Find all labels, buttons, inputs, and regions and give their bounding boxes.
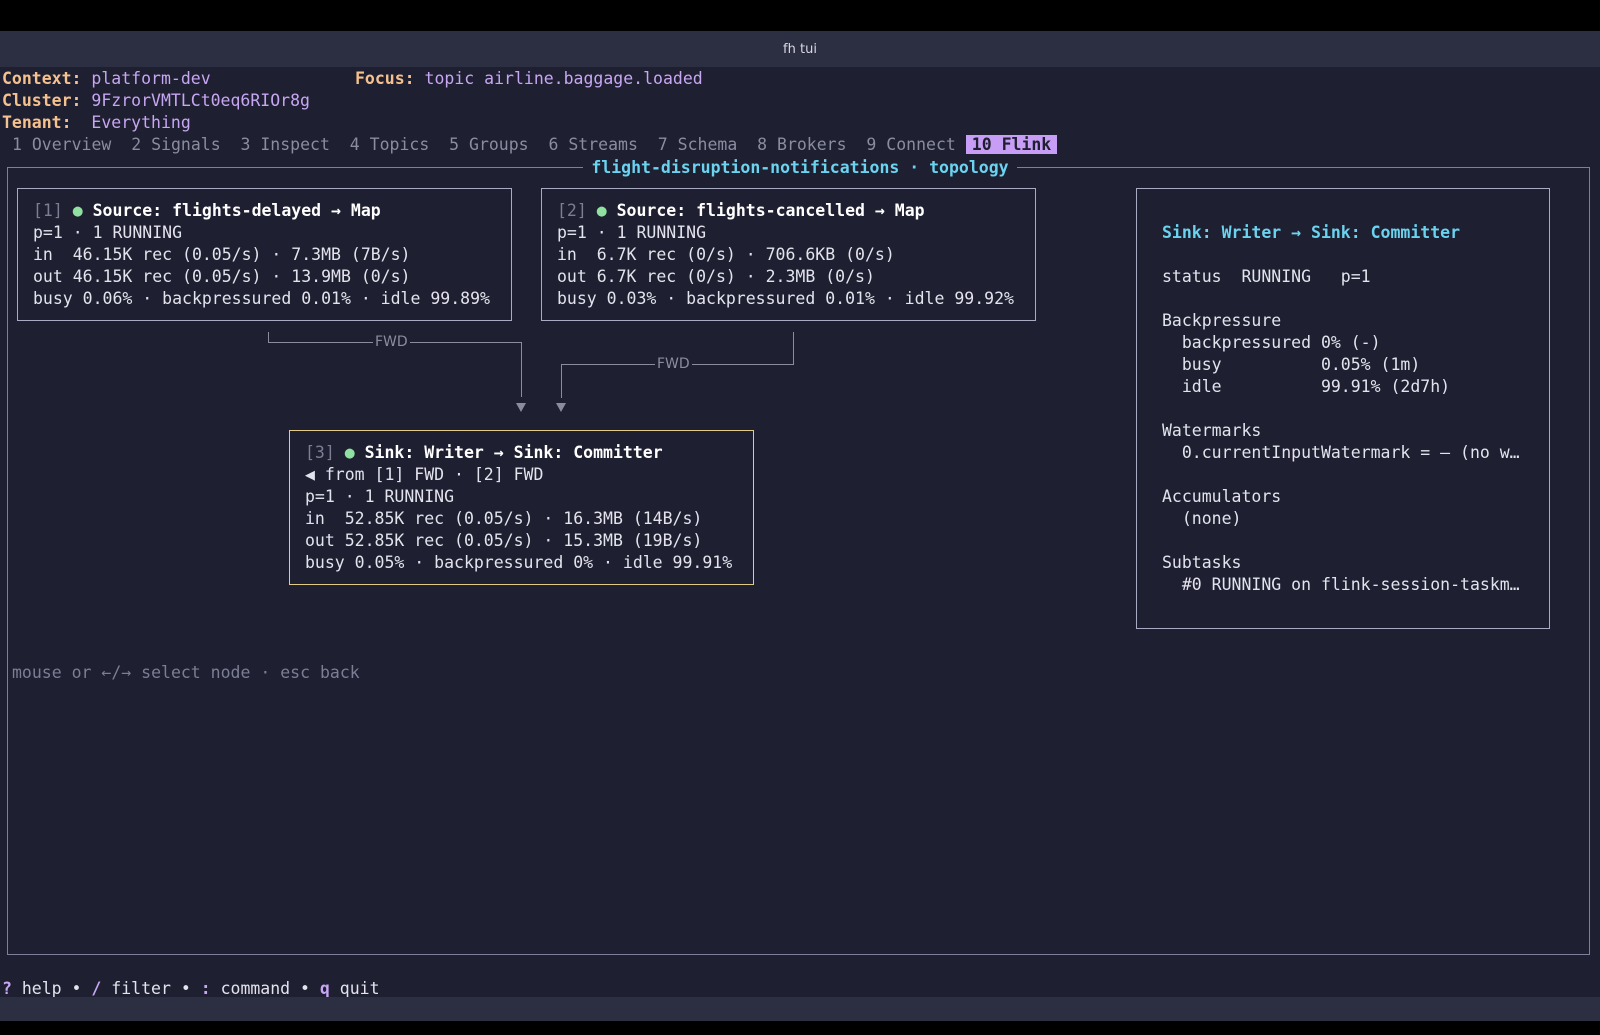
cluster-value: 9FzrorVMTLCt0eq6RIOr8g xyxy=(91,91,310,110)
tab-connect[interactable]: 9 Connect xyxy=(866,135,955,154)
context-value: platform-dev xyxy=(91,69,211,88)
detail-accumulators-heading: Accumulators xyxy=(1162,487,1282,506)
node-index: [2] xyxy=(557,201,587,220)
tab-overview[interactable]: 1 Overview xyxy=(12,135,111,154)
cluster-line: Cluster: 9FzrorVMTLCt0eq6RIOr8g xyxy=(2,90,310,112)
detail-backpressure-heading: Backpressure xyxy=(1162,311,1282,330)
edge-1-label: FWD xyxy=(373,334,410,350)
tenant-label: Tenant: xyxy=(2,113,72,132)
node-in: in 52.85K rec (0.05/s) · 16.3MB (14B/s) xyxy=(305,509,703,528)
window-bottom-bar xyxy=(0,997,1600,1021)
node-status: p=1 · 1 RUNNING xyxy=(33,223,183,242)
node-status: p=1 · 1 RUNNING xyxy=(305,487,455,506)
node-in: in 46.15K rec (0.05/s) · 7.3MB (7B/s) xyxy=(33,245,411,264)
detail-watermark: 0.currentInputWatermark = — (no w… xyxy=(1162,443,1520,462)
tab-signals[interactable]: 2 Signals xyxy=(131,135,220,154)
node-status: p=1 · 1 RUNNING xyxy=(557,223,707,242)
detail-subtask: #0 RUNNING on flink-session-taskm… xyxy=(1162,575,1520,594)
panel-title-wrap: flight-disruption-notifications · topolo… xyxy=(0,157,1600,179)
topology-node-3[interactable]: [3] ● Sink: Writer → Sink: Committer ◀ f… xyxy=(289,430,754,585)
tab-topics[interactable]: 4 Topics xyxy=(350,135,429,154)
panel-title: flight-disruption-notifications · topolo… xyxy=(583,158,1017,177)
tab-streams[interactable]: 6 Streams xyxy=(549,135,638,154)
quit-key[interactable]: q xyxy=(320,979,330,998)
node-index: [3] xyxy=(305,443,335,462)
detail-backpressured: backpressured 0% (-) xyxy=(1162,333,1381,352)
focus-line: Focus: topic airline.baggage.loaded xyxy=(355,68,703,90)
node-detail-panel: Sink: Writer → Sink: Committer status RU… xyxy=(1136,188,1550,629)
context-line: Context: platform-dev xyxy=(2,68,211,90)
detail-title: Sink: Writer → Sink: Committer xyxy=(1162,223,1461,242)
edge-1-drop xyxy=(521,342,522,397)
node-name: Source: flights-delayed → Map xyxy=(92,201,381,220)
node-name: Source: flights-cancelled → Map xyxy=(616,201,925,220)
detail-subtasks-heading: Subtasks xyxy=(1162,553,1242,572)
topology-node-1[interactable]: [1] ● Source: flights-delayed → Map p=1 … xyxy=(17,188,512,321)
node-busy: busy 0.05% · backpressured 0% · idle 99.… xyxy=(305,553,733,572)
running-dot-icon: ● xyxy=(72,201,83,220)
tab-brokers[interactable]: 8 Brokers xyxy=(757,135,846,154)
detail-watermarks-heading: Watermarks xyxy=(1162,421,1262,440)
context-label: Context: xyxy=(2,69,82,88)
window-title: fh tui xyxy=(0,31,1600,67)
focus-value: topic airline.baggage.loaded xyxy=(424,69,703,88)
node-in: in 6.7K rec (0/s) · 706.6KB (0/s) xyxy=(557,245,895,264)
arrow-down-icon xyxy=(556,403,566,412)
navigation-hint: mouse or ←/→ select node · esc back xyxy=(12,663,360,682)
tab-inspect[interactable]: 3 Inspect xyxy=(241,135,330,154)
node-out: out 6.7K rec (0/s) · 2.3MB (0/s) xyxy=(557,267,875,286)
detail-status: status RUNNING p=1 xyxy=(1162,267,1371,286)
terminal-window: fh tui Context: platform-dev Focus: topi… xyxy=(0,31,1600,1021)
focus-label: Focus: xyxy=(355,69,415,88)
node-out: out 46.15K rec (0.05/s) · 13.9MB (0/s) xyxy=(33,267,411,286)
filter-label: filter • xyxy=(101,979,201,998)
help-label: help • xyxy=(11,979,92,998)
tab-flink[interactable]: 10 Flink xyxy=(965,135,1058,154)
detail-accumulators: (none) xyxy=(1162,509,1242,528)
detail-busy: busy 0.05% (1m) xyxy=(1162,355,1421,374)
node-inputs: ◀ from [1] FWD · [2] FWD xyxy=(305,465,544,484)
detail-idle: idle 99.91% (2d7h) xyxy=(1162,377,1451,396)
tab-bar: 1 Overview 2 Signals 3 Inspect 4 Topics … xyxy=(12,134,1058,156)
tenant-line: Tenant: Everything xyxy=(2,112,191,134)
topology-node-2[interactable]: [2] ● Source: flights-cancelled → Map p=… xyxy=(541,188,1036,321)
help-key[interactable]: ? xyxy=(2,979,12,998)
cluster-label: Cluster: xyxy=(2,91,82,110)
command-key[interactable]: : xyxy=(201,979,211,998)
edge-2-label: FWD xyxy=(655,356,692,372)
node-busy: busy 0.06% · backpressured 0.01% · idle … xyxy=(33,289,490,308)
filter-key[interactable]: / xyxy=(91,979,101,998)
tab-groups[interactable]: 5 Groups xyxy=(449,135,528,154)
node-out: out 52.85K rec (0.05/s) · 15.3MB (19B/s) xyxy=(305,531,703,550)
node-busy: busy 0.03% · backpressured 0.01% · idle … xyxy=(557,289,1014,308)
quit-label: quit xyxy=(329,979,380,998)
node-name: Sink: Writer → Sink: Committer xyxy=(364,443,663,462)
tenant-value: Everything xyxy=(91,113,191,132)
running-dot-icon: ● xyxy=(596,201,607,220)
tab-schema[interactable]: 7 Schema xyxy=(658,135,737,154)
node-index: [1] xyxy=(33,201,63,220)
command-label: command • xyxy=(210,979,320,998)
arrow-down-icon xyxy=(516,403,526,412)
running-dot-icon: ● xyxy=(344,443,355,462)
